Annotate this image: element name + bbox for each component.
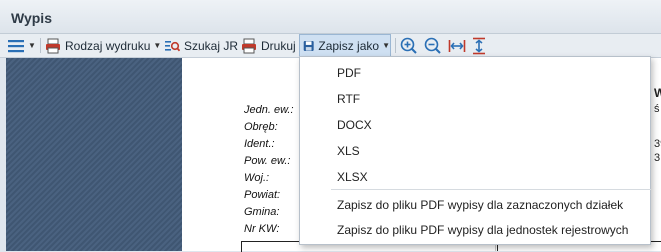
document-background bbox=[6, 58, 182, 251]
document-text-fragment: 39 bbox=[654, 138, 661, 150]
save-as-dropdown-menu: PDF RTF DOCX XLS XLSX Zapisz do pliku PD… bbox=[299, 56, 651, 245]
document-heading-fragment: W bbox=[654, 86, 661, 100]
menu-divider bbox=[331, 189, 651, 190]
menu-item-pdf[interactable]: PDF bbox=[337, 66, 361, 80]
zoom-out-icon bbox=[424, 37, 441, 54]
search-list-icon bbox=[165, 40, 180, 51]
chevron-down-icon: ▼ bbox=[382, 41, 390, 50]
menu-item-xls[interactable]: XLS bbox=[337, 144, 360, 158]
toolbar-divider bbox=[395, 38, 396, 53]
drukuj-button[interactable]: Drukuj bbox=[241, 34, 296, 57]
menu-item-pdf-registration-units[interactable]: Zapisz do pliku PDF wypisy dla jednostek… bbox=[337, 223, 628, 237]
menu-item-docx[interactable]: DOCX bbox=[337, 118, 372, 132]
field-label-gmina: Gmina: bbox=[244, 206, 280, 218]
field-label-nr-kw: Nr KW: bbox=[244, 223, 280, 235]
zoom-in-icon bbox=[400, 37, 417, 54]
menu-button[interactable]: ▼ bbox=[7, 34, 36, 57]
szukaj-jr-button[interactable]: Szukaj JR bbox=[164, 34, 238, 57]
printer-settings-icon bbox=[46, 38, 60, 53]
field-label-powiat: Powiat: bbox=[244, 189, 281, 201]
zapisz-jako-button[interactable]: Zapisz jako ▼ bbox=[299, 34, 391, 57]
fit-width-icon bbox=[448, 39, 466, 52]
menu-item-xlsx[interactable]: XLSX bbox=[337, 170, 368, 184]
field-label-pow-ew: Pow. ew.: bbox=[244, 155, 291, 167]
field-label-ident: Ident.: bbox=[244, 138, 275, 150]
field-label-jedn-ew: Jedn. ew.: bbox=[244, 104, 294, 116]
menu-item-rtf[interactable]: RTF bbox=[337, 92, 360, 106]
toolbar-divider bbox=[40, 38, 41, 53]
rodzaj-wydruku-button[interactable]: Rodzaj wydruku ▼ bbox=[45, 34, 161, 57]
zoom-out-button[interactable] bbox=[424, 34, 441, 57]
zoom-in-button[interactable] bbox=[400, 34, 417, 57]
printer-icon bbox=[242, 38, 256, 53]
document-text-fragment: 3 bbox=[654, 152, 661, 164]
field-label-woj: Woj.: bbox=[244, 172, 270, 184]
field-label-obreb: Obręb: bbox=[244, 121, 278, 133]
document-text-fragment: ś bbox=[654, 103, 660, 115]
hamburger-icon bbox=[8, 39, 24, 52]
save-icon bbox=[303, 40, 314, 51]
toolbar: ▼ Rodzaj wydruku ▼ Szukaj JR Drukuj Zapi… bbox=[0, 34, 661, 58]
szukaj-jr-label: Szukaj JR bbox=[184, 38, 239, 53]
zapisz-jako-label: Zapisz jako bbox=[318, 38, 380, 53]
drukuj-label: Drukuj bbox=[261, 38, 296, 53]
rodzaj-wydruku-label: Rodzaj wydruku bbox=[65, 38, 151, 53]
window-titlebar: Wypis bbox=[0, 0, 661, 34]
menu-item-pdf-selected-parcels[interactable]: Zapisz do pliku PDF wypisy dla zaznaczon… bbox=[337, 198, 623, 212]
chevron-down-icon: ▼ bbox=[153, 41, 162, 50]
fit-width-button[interactable] bbox=[448, 34, 466, 57]
fit-height-button[interactable] bbox=[471, 34, 487, 57]
chevron-down-icon: ▼ bbox=[28, 41, 36, 50]
fit-height-icon bbox=[473, 37, 485, 54]
window-title: Wypis bbox=[11, 10, 52, 26]
